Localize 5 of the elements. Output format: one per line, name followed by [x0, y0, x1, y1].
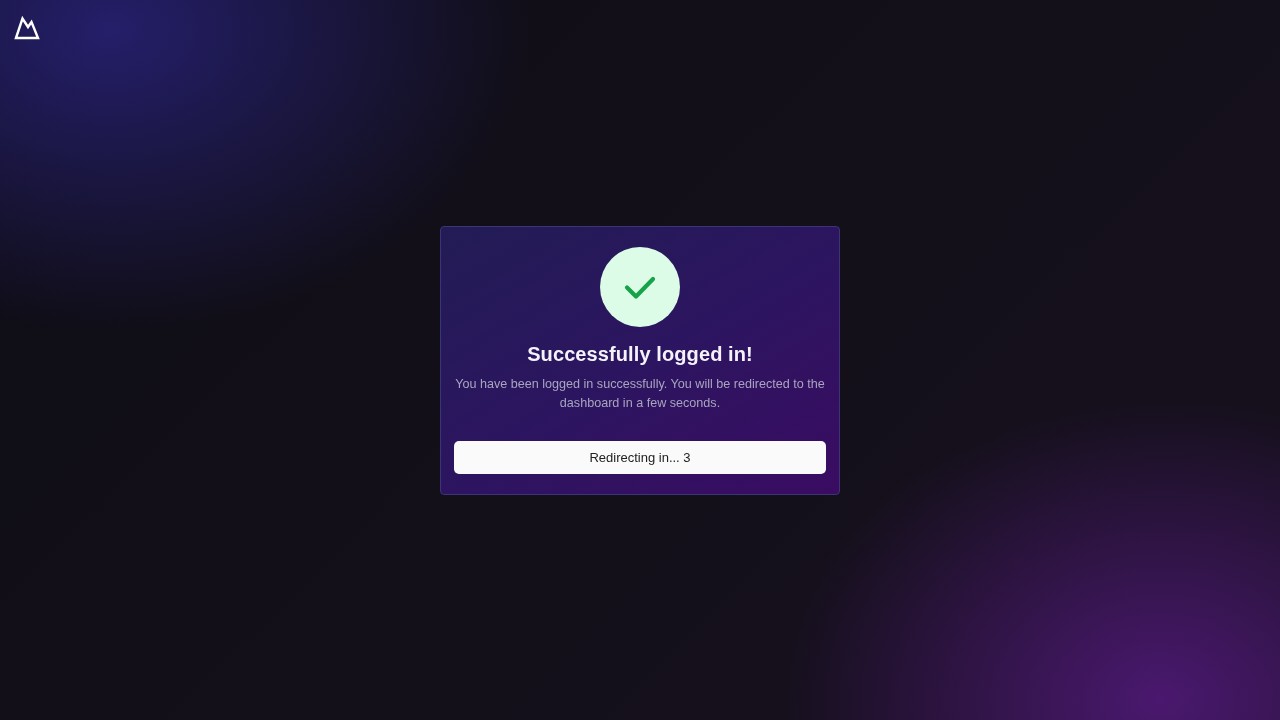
check-icon — [600, 246, 680, 327]
success-message: You have been logged in successfully. You will be redirected to the dashboard in a few seconds. — [454, 375, 826, 412]
mountain-logo-icon — [14, 16, 40, 40]
success-title: Successfully logged in! — [527, 341, 753, 367]
redirect-button[interactable]: Redirecting in... 3 — [454, 440, 826, 474]
